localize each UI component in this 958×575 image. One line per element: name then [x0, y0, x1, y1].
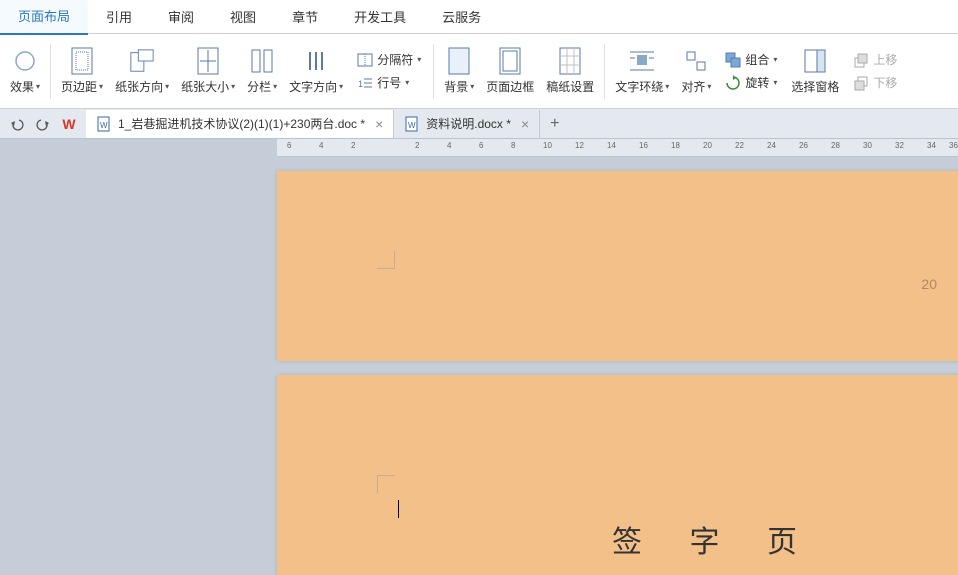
- menu-view[interactable]: 视图: [212, 0, 274, 34]
- text-cursor: [398, 500, 399, 518]
- textdirection-button[interactable]: 文字方向▾: [283, 34, 349, 108]
- svg-text:1: 1: [358, 79, 363, 89]
- gridpaper-icon: [557, 48, 583, 74]
- papersize-icon: [195, 48, 221, 74]
- papersize-button[interactable]: 纸张大小▾: [175, 34, 241, 108]
- margin-corner-icon: [377, 251, 395, 269]
- rotate-icon: [725, 75, 741, 91]
- menu-section[interactable]: 章节: [274, 0, 336, 34]
- orientation-icon: [129, 48, 155, 74]
- moveup-icon: [853, 52, 869, 68]
- menu-page-layout[interactable]: 页面布局: [0, 0, 88, 35]
- linenumber-icon: 1: [357, 75, 373, 91]
- separator-button[interactable]: 分隔符▾: [353, 49, 425, 70]
- margin-button[interactable]: 页边距▾: [55, 34, 109, 108]
- svg-text:W: W: [408, 121, 416, 130]
- textdirection-icon: [303, 48, 329, 74]
- ribbon: 效果▾ 页边距▾ 纸张方向▾ 纸张大小▾ 分栏▾ 文字方向▾ 分: [0, 34, 958, 109]
- document-tabbar: W W 1_岩巷掘进机技术协议(2)(1)(1)+230两台.doc * × W…: [0, 109, 958, 139]
- align-icon: [683, 48, 709, 74]
- doctab-2-label: 资料说明.docx *: [426, 115, 511, 132]
- page-current: 签 字 页: [277, 375, 958, 575]
- textwrap-icon: [629, 48, 655, 74]
- pageborder-button[interactable]: 页面边框: [480, 34, 540, 108]
- page-number: 20: [921, 276, 937, 292]
- document-canvas[interactable]: 20 签 字 页: [0, 157, 958, 530]
- menu-cloud[interactable]: 云服务: [424, 0, 499, 34]
- pageborder-icon: [497, 48, 523, 74]
- menubar: 页面布局 引用 审阅 视图 章节 开发工具 云服务: [0, 0, 958, 34]
- doc-icon: W: [96, 116, 112, 132]
- effects-button[interactable]: 效果▾: [4, 34, 46, 108]
- svg-text:W: W: [100, 121, 108, 130]
- menu-devtools[interactable]: 开发工具: [336, 0, 424, 34]
- columns-button[interactable]: 分栏▾: [241, 34, 283, 108]
- undo-button[interactable]: [8, 115, 26, 133]
- align-button[interactable]: 对齐▾: [675, 34, 717, 108]
- horizontal-ruler[interactable]: 6 4 2 2 4 6 8 10 12 14 16 18 20 22 24 26…: [277, 139, 958, 157]
- doctab-1[interactable]: W 1_岩巷掘进机技术协议(2)(1)(1)+230两台.doc * ×: [86, 110, 394, 138]
- separator-icon: [357, 52, 373, 68]
- selectionpane-button[interactable]: 选择窗格: [785, 34, 845, 108]
- orientation-button[interactable]: 纸张方向▾: [109, 34, 175, 108]
- background-button[interactable]: 背景▾: [438, 34, 480, 108]
- group-button[interactable]: 组合▾: [721, 49, 781, 70]
- page-heading: 签 字 页: [612, 517, 817, 561]
- rotate-button[interactable]: 旋转▾: [721, 72, 781, 93]
- doctab-1-label: 1_岩巷掘进机技术协议(2)(1)(1)+230两台.doc *: [118, 115, 365, 132]
- doctab-2-close[interactable]: ×: [521, 116, 529, 132]
- margin-corner-icon: [377, 475, 395, 493]
- wps-home-button[interactable]: W: [60, 115, 78, 133]
- menu-reference[interactable]: 引用: [88, 0, 150, 34]
- linenumber-button[interactable]: 1 行号▾: [353, 72, 425, 93]
- menu-review[interactable]: 审阅: [150, 0, 212, 34]
- textwrap-button[interactable]: 文字环绕▾: [609, 34, 675, 108]
- movedown-icon: [853, 75, 869, 91]
- group-icon: [725, 52, 741, 68]
- redo-button[interactable]: [34, 115, 52, 133]
- effects-icon: [12, 48, 38, 74]
- moveup-button[interactable]: 上移: [849, 49, 901, 70]
- doctab-2[interactable]: W 资料说明.docx * ×: [394, 110, 540, 138]
- newtab-button[interactable]: +: [540, 115, 569, 133]
- margin-icon: [69, 48, 95, 74]
- gridpaper-button[interactable]: 稿纸设置: [540, 34, 600, 108]
- columns-icon: [249, 48, 275, 74]
- movedown-button[interactable]: 下移: [849, 72, 901, 93]
- doc-icon: W: [404, 116, 420, 132]
- page-previous: 20: [277, 171, 958, 361]
- doctab-1-close[interactable]: ×: [375, 116, 383, 132]
- background-icon: [446, 48, 472, 74]
- selectionpane-icon: [802, 48, 828, 74]
